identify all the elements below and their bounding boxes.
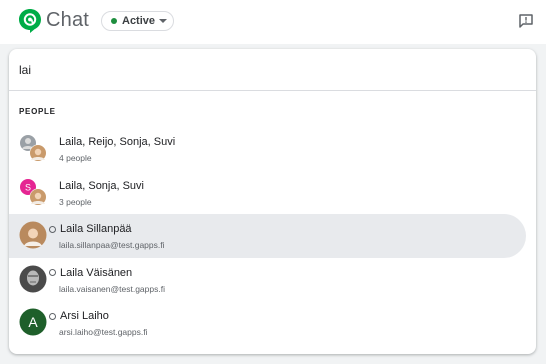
group-avatar: S xyxy=(19,178,47,206)
group-avatar xyxy=(19,134,47,162)
avatar: A xyxy=(19,308,47,336)
result-subtitle: 4 people xyxy=(59,153,92,163)
avatar-initial: A xyxy=(28,314,38,330)
result-subtitle: arsi.laiho@test.gapps.fi xyxy=(59,327,148,337)
list-item[interactable]: Laila, Reijo, Sonja, Suvi 4 people xyxy=(9,127,526,171)
results-list: Laila, Reijo, Sonja, Suvi 4 people S Lai… xyxy=(9,127,536,345)
status-indicator-icon xyxy=(111,18,117,24)
result-subtitle: 3 people xyxy=(59,196,92,207)
search-panel: PEOPLE Laila, Reijo, Sonja, Suvi 4 peopl… xyxy=(9,49,536,354)
result-title: Laila Väisänen xyxy=(60,266,133,279)
section-header-people: PEOPLE xyxy=(19,107,56,116)
feedback-button[interactable] xyxy=(515,10,537,32)
presence-icon xyxy=(49,312,56,320)
presence-icon xyxy=(49,225,56,233)
result-subtitle: laila.sillanpaa@test.gapps.fi xyxy=(59,240,165,250)
avatar xyxy=(19,221,47,249)
list-item[interactable]: S Laila, Sonja, Suvi 3 people xyxy=(9,171,526,215)
status-label: Active xyxy=(122,15,156,27)
search-input[interactable] xyxy=(19,59,499,80)
search-bar xyxy=(9,49,536,91)
app-header: Chat Active xyxy=(0,0,546,44)
app-title: Chat xyxy=(46,9,90,31)
result-title: Laila, Reijo, Sonja, Suvi xyxy=(59,136,176,148)
result-title: Laila Sillanpää xyxy=(60,223,132,235)
avatar-initial: S xyxy=(25,182,31,192)
list-item[interactable]: Laila Sillanpää laila.sillanpaa@test.gap… xyxy=(9,214,526,258)
list-item[interactable]: A Arsi Laiho arsi.laiho@test.gapps.fi xyxy=(9,301,526,345)
status-dropdown[interactable]: Active xyxy=(101,11,174,31)
result-subtitle: laila.vaisanen@test.gapps.fi xyxy=(59,283,165,294)
list-item[interactable]: Laila Väisänen laila.vaisanen@test.gapps… xyxy=(9,258,526,302)
avatar xyxy=(19,265,47,293)
caret-down-icon xyxy=(159,19,168,23)
presence-icon xyxy=(49,269,56,276)
feedback-icon xyxy=(519,14,533,28)
result-title: Arsi Laiho xyxy=(60,310,109,322)
result-title: Laila, Sonja, Suvi xyxy=(59,179,144,192)
google-chat-logo-icon[interactable] xyxy=(18,8,42,34)
